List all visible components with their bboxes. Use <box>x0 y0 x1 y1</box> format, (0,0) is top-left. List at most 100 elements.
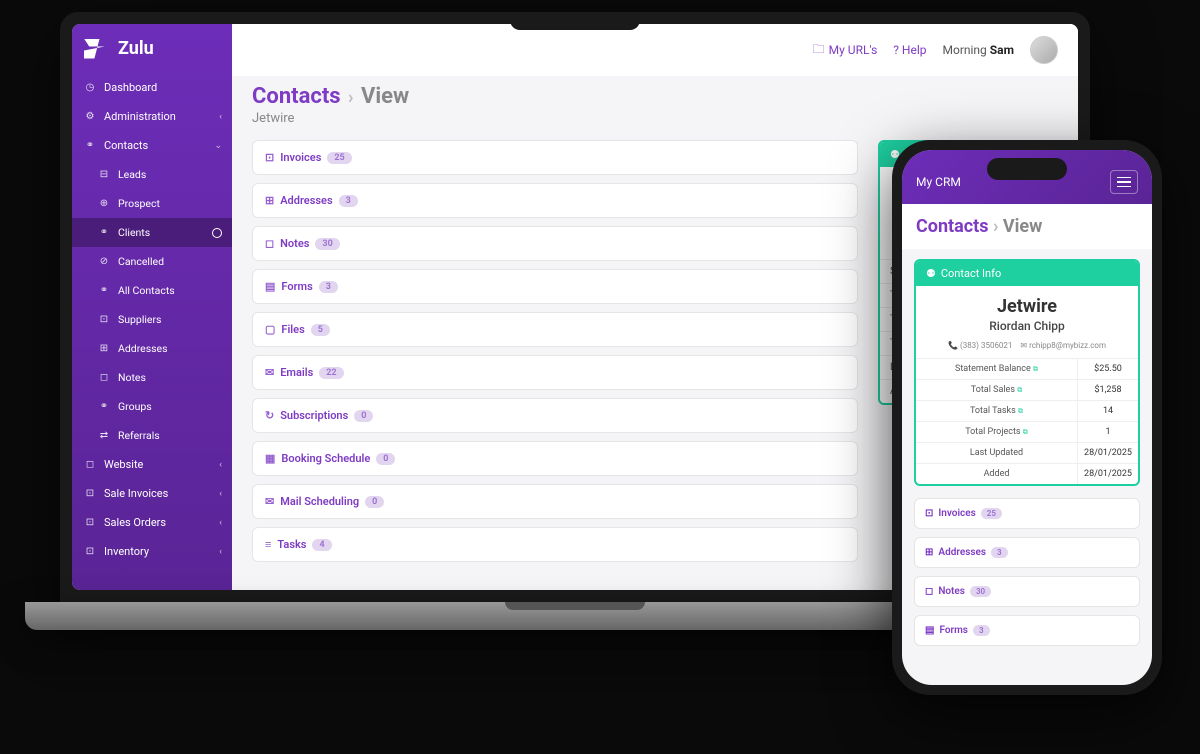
sidebar-item-sale-invoices[interactable]: ⊡Sale Invoices‹ <box>72 479 232 508</box>
table-row: Total Tasks ⧉14 <box>916 400 1138 421</box>
mobile-page-header: Contacts › View <box>902 204 1152 249</box>
sidebar-item-dashboard[interactable]: ◷Dashboard <box>72 73 232 102</box>
sidebar-item-suppliers[interactable]: ⊡Suppliers <box>72 305 232 334</box>
sidebar-item-cancelled[interactable]: ⊘Cancelled <box>72 247 232 276</box>
sidebar-item-clients[interactable]: ⚭Clients <box>72 218 232 247</box>
sidebar-item-contacts[interactable]: ⚭ Contacts ⌄ <box>72 131 232 160</box>
chevron-right-icon: › <box>348 87 353 108</box>
sidebar-item-inventory[interactable]: ⊡Inventory‹ <box>72 537 232 566</box>
panel-icon: ▤ <box>925 625 934 636</box>
panel-label: Emails <box>280 366 313 379</box>
sidebar: Zulu ◷Dashboard⚙Administration‹ ⚭ Contacts… <box>72 24 232 590</box>
mobile-panel-forms[interactable]: ▤Forms3 <box>914 615 1140 646</box>
nav-icon: ⚭ <box>84 140 96 152</box>
laptop-notch <box>510 12 640 30</box>
person-icon: ⚉ <box>926 267 936 280</box>
panel-notes[interactable]: ◻Notes30 <box>252 226 858 261</box>
panel-addresses[interactable]: ⊞Addresses3 <box>252 183 858 218</box>
nav-icon: ⇄ <box>98 430 110 442</box>
panel-subscriptions[interactable]: ↻Subscriptions0 <box>252 398 858 433</box>
nav-icon: ⊞ <box>98 343 110 355</box>
page-title: Contacts › View <box>252 84 1058 109</box>
external-link-icon[interactable]: ⧉ <box>1033 365 1038 373</box>
nav-label: Sales Orders <box>104 516 166 529</box>
sidebar-item-administration[interactable]: ⚙Administration‹ <box>72 102 232 131</box>
table-label: Added <box>916 464 1078 484</box>
nav-icon: ⚭ <box>98 227 110 239</box>
table-label: Statement Balance ⧉ <box>916 359 1078 379</box>
nav-label: Inventory <box>104 545 149 558</box>
external-link-icon[interactable]: ⧉ <box>1018 407 1023 415</box>
sidebar-item-leads[interactable]: ⊟Leads <box>72 160 232 189</box>
panel-booking-schedule[interactable]: ▦Booking Schedule0 <box>252 441 858 476</box>
panel-label: Addresses <box>280 194 332 207</box>
sidebar-item-referrals[interactable]: ⇄ Referrals <box>72 421 232 450</box>
mobile-panel-notes[interactable]: ◻Notes30 <box>914 576 1140 607</box>
nav-label: Sale Invoices <box>104 487 168 500</box>
sidebar-item-groups[interactable]: ⚭ Groups <box>72 392 232 421</box>
table-value: 28/01/2025 <box>1078 464 1138 484</box>
panel-invoices[interactable]: ⊡Invoices25 <box>252 140 858 175</box>
panel-icon: ⊞ <box>925 547 933 558</box>
panel-icon: ▢ <box>265 323 275 336</box>
nav-label: Addresses <box>118 342 168 355</box>
nav-label: Contacts <box>104 139 148 152</box>
help-link[interactable]: ? Help <box>893 43 926 57</box>
panel-label: Addresses <box>938 547 986 558</box>
nav-icon: ⊡ <box>84 517 96 529</box>
panel-icon: ◻ <box>925 586 933 597</box>
panel-tasks[interactable]: ≡Tasks4 <box>252 527 858 562</box>
nav-label: Prospect <box>118 197 160 210</box>
panel-label: Forms <box>281 280 312 293</box>
logo-icon <box>84 39 110 59</box>
panel-label: Notes <box>938 586 965 597</box>
panel-emails[interactable]: ✉Emails22 <box>252 355 858 390</box>
table-value: 28/01/2025 <box>1078 443 1138 463</box>
table-value: $1,258 <box>1078 380 1138 400</box>
mobile-panel-addresses[interactable]: ⊞ Addresses 3 <box>914 537 1140 568</box>
nav-icon: ⚭ <box>98 401 110 413</box>
count-badge: 3 <box>973 625 990 636</box>
sidebar-item-sales-orders[interactable]: ⊡Sales Orders‹ <box>72 508 232 537</box>
external-link-icon[interactable]: ⧉ <box>1023 428 1028 436</box>
panel-icon: ⊡ <box>925 508 933 519</box>
count-badge: 5 <box>311 324 330 336</box>
sidebar-item-prospect[interactable]: ⊕Prospect <box>72 189 232 218</box>
count-badge: 3 <box>991 547 1008 558</box>
sidebar-item-notes[interactable]: ◻Notes <box>72 363 232 392</box>
panel-mail-scheduling[interactable]: ✉Mail Scheduling0 <box>252 484 858 519</box>
table-value: $25.50 <box>1078 359 1138 379</box>
chevron-icon: ‹ <box>219 112 222 122</box>
my-urls-link[interactable]: 🗀 My URL's <box>813 40 878 61</box>
sidebar-item-website[interactable]: ◻Website‹ <box>72 450 232 479</box>
panel-forms[interactable]: ▤Forms3 <box>252 269 858 304</box>
radio-icon <box>212 228 222 238</box>
count-badge: 0 <box>376 453 395 465</box>
chevron-icon: ⌄ <box>214 141 222 151</box>
nav-label: Groups <box>118 400 152 413</box>
panel-icon: ↻ <box>265 409 274 422</box>
panel-icon: ⊞ <box>265 194 274 207</box>
nav-label: Referrals <box>118 429 160 442</box>
panel-files[interactable]: ▢Files5 <box>252 312 858 347</box>
mobile-contact-name: Riordan Chipp <box>924 319 1130 333</box>
mobile-panel-invoices[interactable]: ⊡Invoices25 <box>914 498 1140 529</box>
menu-button[interactable] <box>1110 170 1138 194</box>
panel-icon: ✉ <box>265 366 274 379</box>
table-row: Total Projects ⧉1 <box>916 421 1138 442</box>
mobile-contact-card: ⚉ Contact Info Jetwire Riordan Chipp 📞 (… <box>914 259 1140 486</box>
brand-name: Zulu <box>118 38 154 59</box>
count-badge: 3 <box>319 281 338 293</box>
external-link-icon[interactable]: ⧉ <box>1017 386 1022 394</box>
avatar[interactable] <box>1030 36 1058 64</box>
sidebar-item-addresses[interactable]: ⊞ Addresses <box>72 334 232 363</box>
sidebar-item-all-contacts[interactable]: ⚭All Contacts <box>72 276 232 305</box>
nav-label: Website <box>104 458 143 471</box>
phone-notch <box>987 158 1067 180</box>
nav-label: Notes <box>118 371 146 384</box>
table-label: Total Projects ⧉ <box>916 422 1078 442</box>
nav-label: Suppliers <box>118 313 161 326</box>
panel-icon: ≡ <box>265 538 271 551</box>
panel-label: Tasks <box>277 538 306 551</box>
logo[interactable]: Zulu <box>72 24 232 73</box>
